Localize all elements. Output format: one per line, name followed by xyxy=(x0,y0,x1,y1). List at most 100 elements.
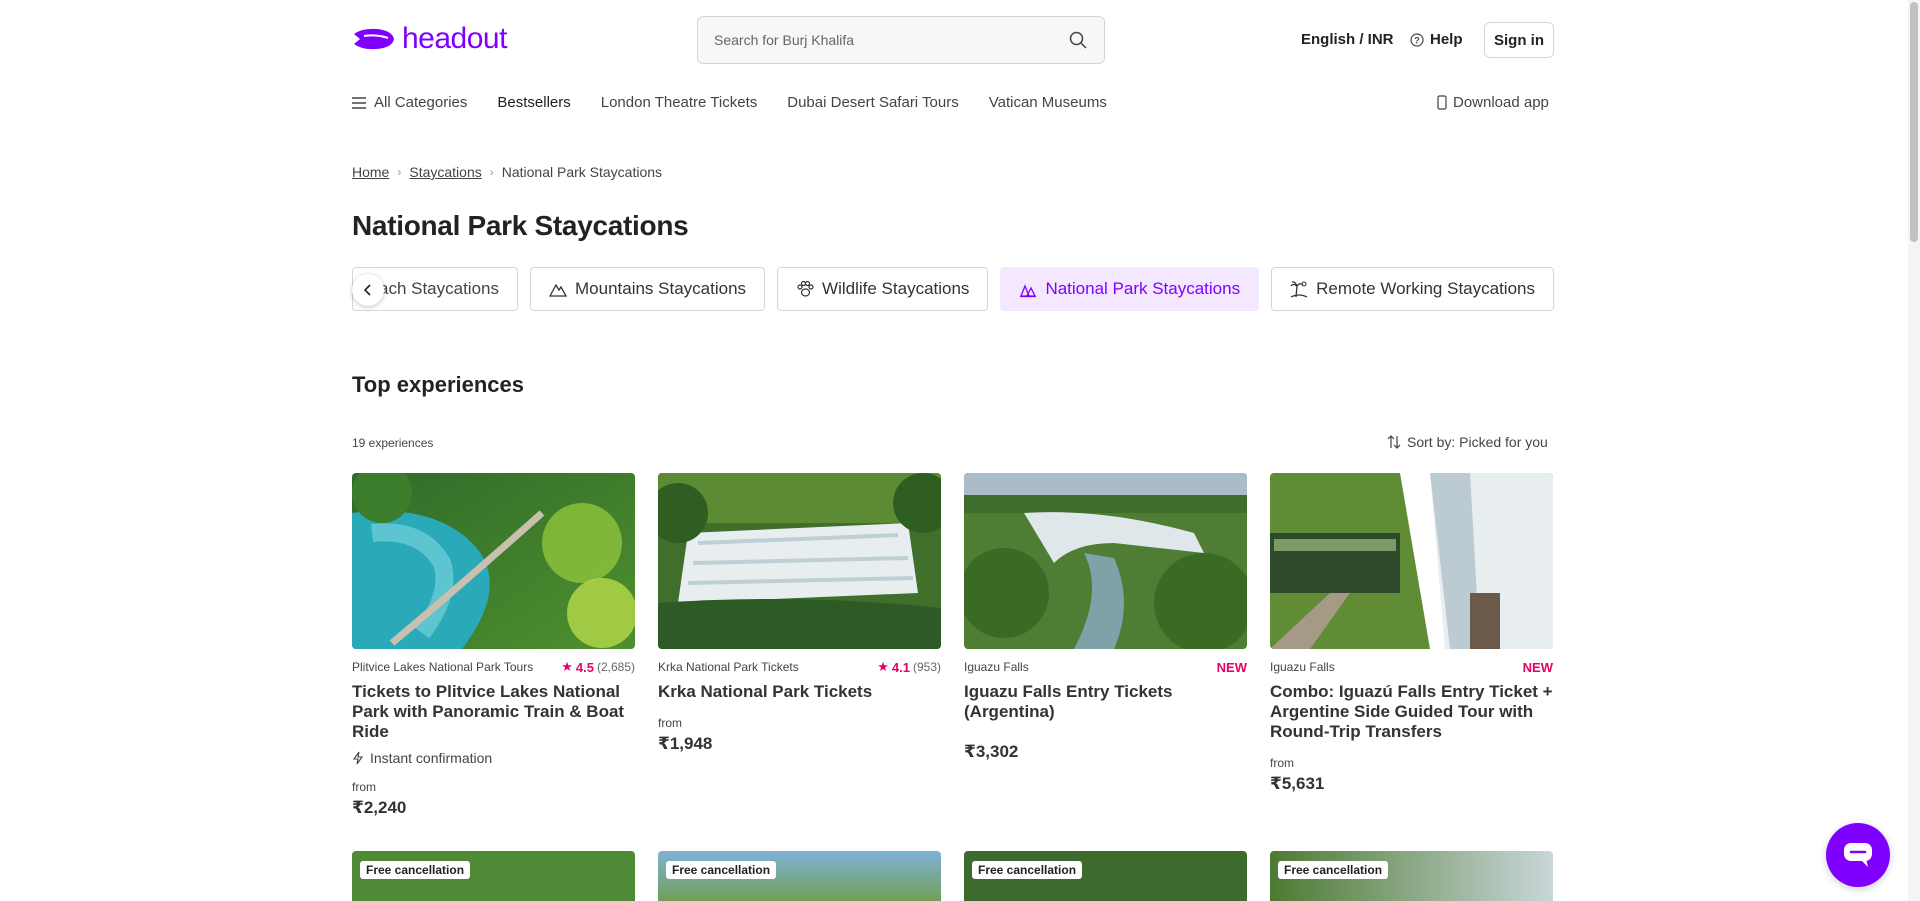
chip-remote-working-staycations[interactable]: Remote Working Staycations xyxy=(1271,267,1554,311)
card-category[interactable]: Plitvice Lakes National Park Tours xyxy=(352,660,533,674)
category-nav: All Categories Bestsellers London Theatr… xyxy=(352,94,1107,111)
rating-value: 4.5 xyxy=(575,659,594,675)
hamburger-menu-icon xyxy=(352,96,366,109)
sign-in-button[interactable]: Sign in xyxy=(1484,22,1554,58)
price: ₹2,240 xyxy=(352,798,407,817)
card-category[interactable]: Iguazu Falls xyxy=(1270,660,1335,674)
download-app-label: Download app xyxy=(1453,94,1549,111)
nav-item-london-theatre[interactable]: London Theatre Tickets xyxy=(601,94,758,111)
mountain-icon xyxy=(549,283,567,297)
lightning-icon xyxy=(352,751,364,765)
card-image-plitvice-lakes[interactable] xyxy=(352,473,635,649)
free-cancellation-badge: Free cancellation xyxy=(666,861,777,879)
scrollbar-thumb[interactable] xyxy=(1910,2,1918,242)
chat-button[interactable] xyxy=(1826,823,1890,887)
nav-item-dubai-desert-safari[interactable]: Dubai Desert Safari Tours xyxy=(787,94,958,111)
chevron-right-icon: › xyxy=(489,165,494,179)
card-title[interactable]: Iguazu Falls Entry Tickets (Argentina) xyxy=(964,682,1247,722)
breadcrumb-staycations[interactable]: Staycations xyxy=(409,164,481,180)
experience-card[interactable]: Iguazu Falls NEW Combo: Iguazú Falls Ent… xyxy=(1270,473,1553,794)
chat-bubble-icon xyxy=(1844,843,1872,867)
page-title: National Park Staycations xyxy=(352,210,689,241)
nav-item-bestsellers[interactable]: Bestsellers xyxy=(497,94,570,111)
category-chips: ach Staycations Mountains Staycations Wi… xyxy=(352,267,1554,311)
card-image-iguazu-combo[interactable] xyxy=(1270,473,1553,649)
card-meta: Krka National Park Tickets ★ 4.1 (953) xyxy=(658,659,941,675)
all-categories-button[interactable]: All Categories xyxy=(352,94,467,111)
experience-card[interactable]: Iguazu Falls NEW Iguazu Falls Entry Tick… xyxy=(964,473,1247,762)
rating-value: 4.1 xyxy=(891,659,910,675)
card-title[interactable]: Tickets to Plitvice Lakes National Park … xyxy=(352,682,635,742)
language-currency-selector[interactable]: English / INR xyxy=(1301,31,1394,48)
free-cancellation-badge: Free cancellation xyxy=(1278,861,1389,879)
logo-text: headout xyxy=(402,22,507,55)
download-app-link[interactable]: Download app xyxy=(1437,94,1549,111)
price: ₹1,948 xyxy=(658,734,713,753)
price-from-label: from xyxy=(658,716,682,730)
star-icon: ★ xyxy=(561,659,573,674)
card-image-iguazu-falls[interactable] xyxy=(964,473,1247,649)
price: ₹3,302 xyxy=(964,742,1019,761)
chip-mountains-staycations[interactable]: Mountains Staycations xyxy=(530,267,766,311)
sort-dropdown[interactable]: Sort by: Picked for you xyxy=(1387,434,1548,450)
card-image-krka[interactable] xyxy=(658,473,941,649)
chip-label: ach Staycations xyxy=(378,279,499,298)
experience-count: 19 experiences xyxy=(352,436,434,450)
chip-national-park-staycations[interactable]: National Park Staycations xyxy=(1000,267,1260,311)
breadcrumb: Home › Staycations › National Park Stayc… xyxy=(352,164,662,180)
search-icon[interactable] xyxy=(1068,30,1088,50)
new-badge: NEW xyxy=(1522,659,1553,675)
chevron-right-icon: › xyxy=(397,165,402,179)
chevron-left-icon xyxy=(363,284,371,296)
chip-label: Mountains Staycations xyxy=(575,279,747,298)
chip-label: Wildlife Staycations xyxy=(822,279,970,298)
free-cancellation-badge: Free cancellation xyxy=(972,861,1083,879)
help-label: Help xyxy=(1430,31,1463,48)
chip-label: National Park Staycations xyxy=(1045,279,1241,298)
experience-card-image[interactable]: Free cancellation xyxy=(1270,851,1553,901)
card-title[interactable]: Combo: Iguazú Falls Entry Ticket + Argen… xyxy=(1270,682,1553,742)
phone-icon xyxy=(1437,95,1447,110)
review-count: (2,685) xyxy=(596,660,635,674)
card-category[interactable]: Iguazu Falls xyxy=(964,660,1029,674)
card-category[interactable]: Krka National Park Tickets xyxy=(658,660,799,674)
paw-icon xyxy=(797,280,814,297)
help-link[interactable]: ? Help xyxy=(1410,31,1463,48)
sort-label: Sort by: Picked for you xyxy=(1407,434,1548,450)
park-icon xyxy=(1020,284,1037,298)
experience-card[interactable]: Krka National Park Tickets ★ 4.1 (953) K… xyxy=(658,473,941,754)
chip-label: Remote Working Staycations xyxy=(1316,279,1535,298)
price: ₹5,631 xyxy=(1270,774,1325,793)
experience-card-image[interactable]: Free cancellation xyxy=(658,851,941,901)
help-circle-icon: ? xyxy=(1410,32,1424,47)
rating: ★ 4.5 (2,685) xyxy=(561,659,635,675)
free-cancellation-badge: Free cancellation xyxy=(360,861,471,879)
instant-confirmation: Instant confirmation xyxy=(352,750,635,766)
sort-icon xyxy=(1387,435,1401,449)
headout-logo[interactable]: headout xyxy=(352,22,507,56)
card-title[interactable]: Krka National Park Tickets xyxy=(658,682,941,702)
island-icon xyxy=(1290,281,1308,298)
star-icon: ★ xyxy=(877,659,889,674)
nav-item-vatican-museums[interactable]: Vatican Museums xyxy=(989,94,1107,111)
svg-text:?: ? xyxy=(1414,35,1420,45)
instant-label: Instant confirmation xyxy=(370,750,493,766)
all-categories-label: All Categories xyxy=(374,94,468,111)
card-meta: Iguazu Falls NEW xyxy=(1270,659,1553,675)
chip-wildlife-staycations[interactable]: Wildlife Staycations xyxy=(777,267,989,311)
review-count: (953) xyxy=(912,660,941,674)
card-meta: Iguazu Falls NEW xyxy=(964,659,1247,675)
blimp-logo-icon xyxy=(354,28,394,50)
section-title: Top experiences xyxy=(352,372,524,397)
new-badge: NEW xyxy=(1216,659,1247,675)
chips-prev-button[interactable] xyxy=(352,274,384,306)
price-from-label: from xyxy=(352,780,376,794)
experience-card-image[interactable]: Free cancellation xyxy=(352,851,635,901)
experience-card-image[interactable]: Free cancellation xyxy=(964,851,1247,901)
experience-card[interactable]: Plitvice Lakes National Park Tours ★ 4.5… xyxy=(352,473,635,818)
price-from-label: from xyxy=(1270,756,1294,770)
search-bar[interactable]: Search for Burj Khalifa xyxy=(697,16,1105,64)
rating: ★ 4.1 (953) xyxy=(877,659,941,675)
breadcrumb-home[interactable]: Home xyxy=(352,164,389,180)
search-input[interactable]: Search for Burj Khalifa xyxy=(714,32,1068,48)
